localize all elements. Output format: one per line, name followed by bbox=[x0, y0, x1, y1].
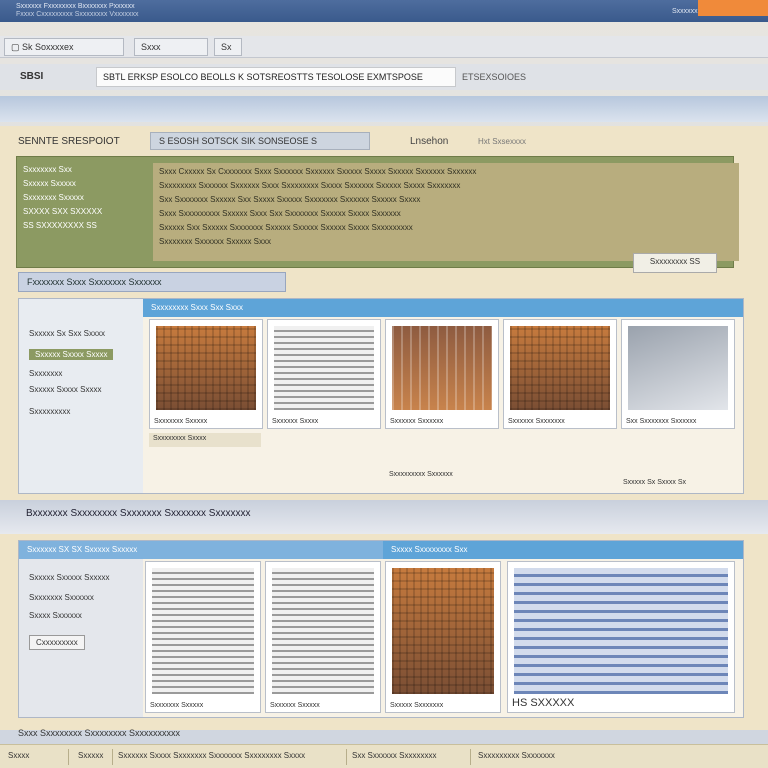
sidebar-item[interactable]: Sxxxxxxx Sxxxxxx bbox=[29, 593, 94, 602]
gallery-card[interactable]: Sxxxxxx Sxxxxx bbox=[265, 561, 381, 713]
card-thumbnail bbox=[272, 568, 374, 694]
card-caption: Sxxxxxx Sxxxxx bbox=[270, 702, 320, 709]
address-extra-link[interactable]: ETSEXSOIOES bbox=[462, 72, 526, 82]
gallery2: Sxxxxx Sxxxxx Sxxxxx Sxxxxxxx Sxxxxxx Sx… bbox=[18, 540, 744, 718]
gallery-card[interactable]: Sxxxxxxx Sxxxxx bbox=[149, 319, 263, 429]
status-bar: Sxxxx Sxxxxx Sxxxxxx Sxxxx Sxxxxxxx Sxxx… bbox=[0, 744, 768, 768]
header-note: Hxt Sxsexxxx bbox=[478, 137, 527, 146]
gallery1-footer-mid: Sxxxxxxxxx Sxxxxxx bbox=[389, 471, 453, 478]
gallery-card[interactable]: Sxx Sxxxxxxx Sxxxxxx bbox=[621, 319, 735, 429]
title-meta: Sxxxxxx bbox=[672, 8, 698, 15]
card-thumbnail bbox=[514, 568, 728, 694]
section2-title-bar: Bxxxxxxx Sxxxxxxxx Sxxxxxxx Sxxxxxxx Sxx… bbox=[0, 500, 768, 534]
gallery1-footer-left: Sxxxxxxxx Sxxxx bbox=[149, 433, 261, 447]
card-thumbnail bbox=[392, 568, 494, 694]
toolbar-band bbox=[0, 96, 768, 122]
main-header: SENNTE SRESPOIOT S ESOSH SOTSCK SIK SONS… bbox=[18, 132, 752, 152]
card-caption: Sxxxxxx Sxxxxxxx bbox=[508, 418, 565, 425]
status-item: Sxxxxxxxxx Sxxxxxxx bbox=[478, 751, 555, 760]
status-divider bbox=[112, 749, 113, 765]
card-thumbnail bbox=[628, 326, 728, 410]
sidebar-item[interactable]: Sxxxxx Sxxxx Sxxxx bbox=[29, 385, 101, 394]
status-item: Sxxxx bbox=[8, 751, 30, 760]
status-divider bbox=[470, 749, 471, 765]
card-thumbnail bbox=[510, 326, 610, 410]
notice-action-button[interactable]: Sxxxxxxxx SS bbox=[633, 253, 717, 273]
status-item: Sxx Sxxxxxx Sxxxxxxxx bbox=[352, 751, 437, 760]
notice-line: Sxxxxxxx Sxxxxxx Sxxxxx Sxxx bbox=[159, 237, 272, 246]
window-title: Sxxxxxx Fxxxxxxxx Bxxxxxxx Pxxxxxx bbox=[16, 3, 135, 10]
notice-side-line: SXXXX SXX SXXXXX bbox=[23, 207, 103, 216]
card-caption: Sxx Sxxxxxxx Sxxxxxx bbox=[626, 418, 697, 425]
card-caption: Sxxxxx Sxxxxxxx bbox=[390, 702, 444, 709]
tab-primary[interactable]: ▢ Sk Soxxxxex bbox=[4, 38, 124, 56]
address-bar: SBSI SBTL ERKSP ESOLCO BEOLLS K SOTSREOS… bbox=[0, 64, 768, 90]
notice-panel: Sxxxxxxx Sxx Sxxxxx Sxxxxx Sxxxxxxx Sxxx… bbox=[16, 156, 739, 273]
notice-side: Sxxxxxxx Sxx Sxxxxx Sxxxxx Sxxxxxxx Sxxx… bbox=[23, 163, 139, 233]
notice-line: Sxxx Sxxxxxxxxx Sxxxxx Sxxx Sxx Sxxxxxxx… bbox=[159, 209, 401, 218]
tab-bar: ▢ Sk Soxxxxex Sxxx Sx bbox=[0, 36, 768, 58]
notice-line: Sxxx Cxxxxx Sx Cxxxxxxx Sxxx Sxxxxxx Sxx… bbox=[159, 167, 477, 176]
section2-title: Bxxxxxxx Sxxxxxxxx Sxxxxxxx Sxxxxxxx Sxx… bbox=[26, 508, 251, 519]
notice-line: Sxxxxxxxx Sxxxxxx Sxxxxxx Sxxx Sxxxxxxxx… bbox=[159, 181, 461, 190]
notice-side-line: Sxxxxxxx Sxx bbox=[23, 165, 72, 174]
sidebar-item[interactable]: Sxxxxxxx bbox=[29, 369, 62, 378]
card-caption: Sxxxxxx Sxxxx bbox=[272, 418, 319, 425]
address-input[interactable]: SBTL ERKSP ESOLCO BEOLLS K SOTSREOSTTS T… bbox=[96, 67, 456, 87]
card-thumbnail bbox=[156, 326, 256, 410]
sidebar-item[interactable]: Sxxxxxxxxx bbox=[29, 407, 70, 416]
gallery-card[interactable]: Sxxxxxxx Sxxxxx bbox=[145, 561, 261, 713]
gallery-card[interactable]: Sxxxxxx Sxxxxxx bbox=[385, 319, 499, 429]
sidebar-item[interactable]: Sxxxxx Sx Sxx Sxxxx bbox=[29, 329, 105, 338]
gallery-card[interactable]: Sxxxxxx Sxxxx bbox=[267, 319, 381, 429]
card-caption: Sxxxxxxx Sxxxxx bbox=[150, 702, 204, 709]
tab-third[interactable]: Sx bbox=[214, 38, 242, 56]
title-accent-button[interactable] bbox=[698, 0, 768, 16]
compare-button[interactable]: Cxxxxxxxxx bbox=[29, 635, 85, 650]
notice-side-line: SS SXXXXXXXX SS bbox=[23, 221, 97, 230]
card-thumbnail bbox=[152, 568, 254, 694]
notice-line: Sxxxxx Sxx Sxxxxx Sxxxxxxx Sxxxxx Sxxxxx… bbox=[159, 223, 413, 232]
search-pill[interactable]: S ESOSH SOTSCK SIK SONSEOSE S bbox=[150, 132, 370, 150]
bottom-heading: Sxxx Sxxxxxxxx Sxxxxxxxx Sxxxxxxxxxx bbox=[18, 728, 181, 738]
gallery-card[interactable]: HS SXXXXX bbox=[507, 561, 735, 713]
main-header-label: SENNTE SRESPOIOT bbox=[18, 136, 120, 147]
card-thumbnail bbox=[392, 326, 492, 410]
notice-body: Sxxx Cxxxxx Sx Cxxxxxxx Sxxx Sxxxxxx Sxx… bbox=[153, 163, 739, 261]
card-caption: HS SXXXXX bbox=[512, 697, 575, 709]
card-thumbnail bbox=[274, 326, 374, 410]
gallery1-section-header: Fxxxxxxx Sxxx Sxxxxxxx Sxxxxxx bbox=[18, 272, 286, 292]
gallery1-header: Sxxxxxxxx Sxxx Sxx Sxxx bbox=[143, 299, 743, 317]
notice-side-line: Sxxxxxxx Sxxxxx bbox=[23, 193, 84, 202]
sidebar-item[interactable]: Sxxxxx Sxxxxx Sxxxxx bbox=[29, 573, 109, 582]
notice-line: Sxx Sxxxxxxx Sxxxxx Sxx Sxxxx Sxxxxx Sxx… bbox=[159, 195, 421, 204]
title-bar: Sxxxxxx Fxxxxxxxx Bxxxxxxx Pxxxxxx Fxxxx… bbox=[0, 0, 768, 22]
status-divider bbox=[346, 749, 347, 765]
gallery1: Sxxxxx Sx Sxx Sxxxx Sxxxxx Sxxxx Sxxxx S… bbox=[18, 298, 744, 494]
gallery-card[interactable]: Sxxxxx Sxxxxxxx bbox=[385, 561, 501, 713]
sidebar-item-selected[interactable]: Sxxxxx Sxxxx Sxxxx bbox=[29, 349, 114, 360]
gallery2-header-left: Sxxxxxx SX SX Sxxxxx Sxxxxx bbox=[19, 541, 383, 559]
card-caption: Sxxxxxx Sxxxxxx bbox=[390, 418, 444, 425]
doc-icon: ▢ bbox=[11, 42, 23, 52]
gallery1-footer-right: Sxxxxx Sx Sxxxx Sx bbox=[623, 479, 687, 486]
status-divider bbox=[68, 749, 69, 765]
window-subtitle: Fxxxx Cxxxxxxxxx Sxxxxxxxx Vxxxxxxx bbox=[16, 11, 139, 18]
sidebar-item[interactable]: Sxxxx Sxxxxxx bbox=[29, 611, 82, 620]
header-link[interactable]: Lnsehon bbox=[410, 136, 448, 147]
status-item: Sxxxxxx Sxxxx Sxxxxxxx Sxxxxxxx Sxxxxxxx… bbox=[118, 751, 306, 760]
gallery1-sidebar: Sxxxxx Sx Sxx Sxxxx Sxxxxx Sxxxx Sxxxx S… bbox=[19, 299, 143, 493]
notice-side-line: Sxxxxx Sxxxxx bbox=[23, 179, 76, 188]
gallery2-header-mid: Sxxxx Sxxxxxxxx Sxx bbox=[383, 541, 743, 559]
tab-secondary[interactable]: Sxxx bbox=[134, 38, 208, 56]
status-item: Sxxxxx bbox=[78, 751, 104, 760]
card-caption: Sxxxxxxx Sxxxxx bbox=[154, 418, 208, 425]
address-label: SBSI bbox=[20, 71, 44, 82]
gallery-card[interactable]: Sxxxxxx Sxxxxxxx bbox=[503, 319, 617, 429]
gallery2-sidebar: Sxxxxx Sxxxxx Sxxxxx Sxxxxxxx Sxxxxxx Sx… bbox=[19, 541, 143, 717]
